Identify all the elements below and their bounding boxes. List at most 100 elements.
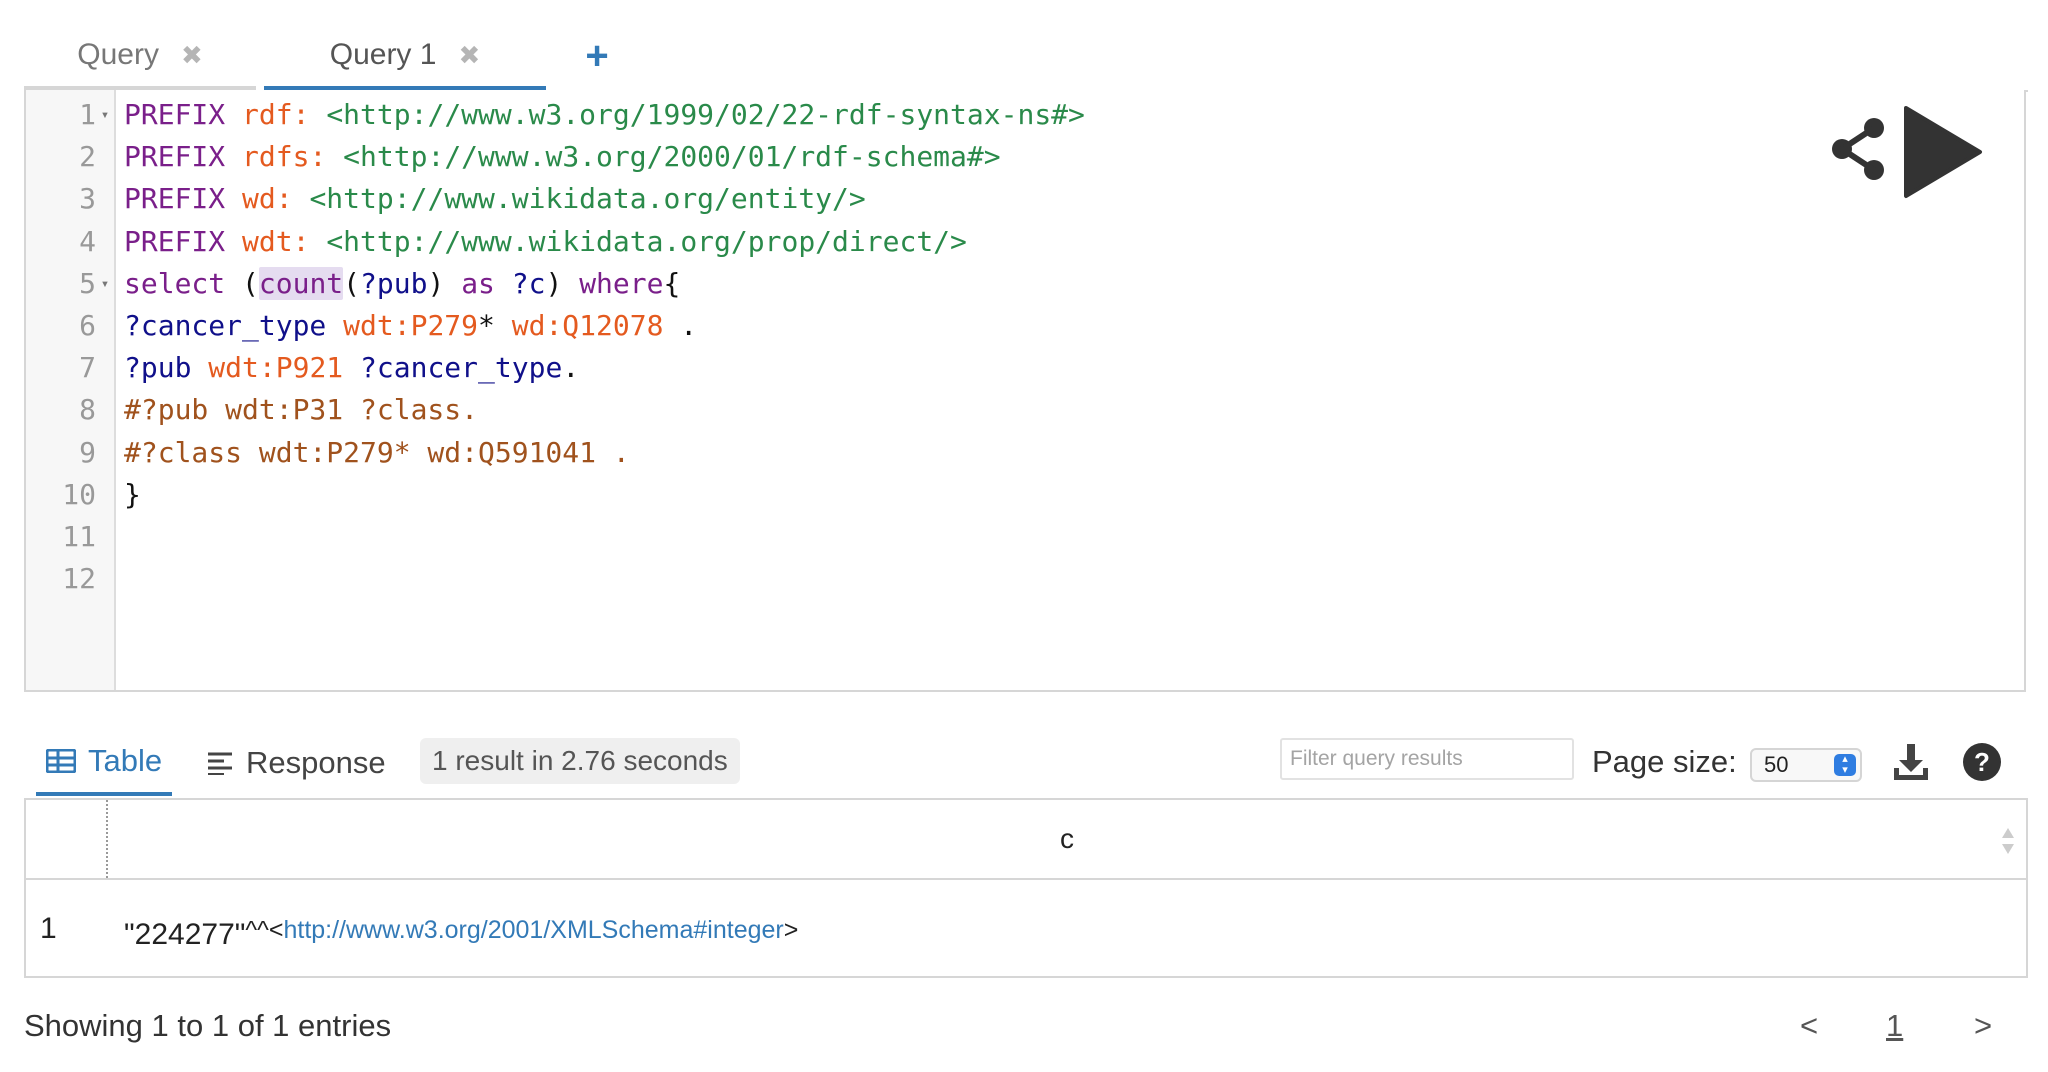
tab-table-label: Table	[88, 743, 163, 778]
line-number: 7	[79, 351, 96, 385]
code-line: 10}	[26, 474, 1926, 516]
line-number: 2	[79, 140, 96, 174]
table-header: c	[26, 800, 2026, 880]
tab-response[interactable]: Response	[206, 730, 386, 796]
fold-arrow-icon[interactable]: ▾	[96, 94, 114, 136]
code-token: <http://www.wikidata.org/prop/direct/>	[326, 224, 967, 258]
line-number: 3	[79, 182, 96, 216]
play-icon[interactable]	[1900, 104, 1984, 200]
line-number: 11	[62, 520, 96, 553]
result-cell: "224277"^^<http://www.w3.org/2001/XMLSch…	[124, 880, 798, 979]
filter-input[interactable]	[1280, 738, 1574, 780]
tab-response-label: Response	[246, 745, 386, 780]
code-token: *	[478, 309, 512, 342]
code-token: rdfs:	[242, 140, 344, 174]
code-line: 11	[26, 516, 1926, 558]
code-token: <http://www.wikidata.org/entity/>	[309, 182, 866, 216]
code-line: 2 PREFIX rdfs: <http://www.w3.org/2000/01…	[26, 136, 1926, 178]
table-row: 1 "224277"^^<http://www.w3.org/2001/XMLS…	[26, 880, 2026, 978]
tab-table[interactable]: Table	[36, 730, 172, 796]
line-number: 8	[79, 393, 96, 427]
share-icon[interactable]	[1828, 114, 1888, 184]
code-token: wd:Q12078	[511, 309, 664, 342]
sort-icon[interactable]	[2000, 826, 2016, 856]
code-token: ?cancer_type	[124, 309, 344, 342]
code-text: #?pub wdt:P31 ?class.	[124, 389, 1824, 431]
query-tab-bar: Query ✖ Query 1 ✖ +	[24, 24, 2028, 92]
code-text: #?class wdt:P279* wd:Q591041 .	[124, 432, 1824, 474]
close-icon[interactable]: ✖	[458, 40, 480, 71]
line-number: 10	[62, 477, 96, 511]
pager-page-1[interactable]: 1	[1886, 1004, 1903, 1048]
code-text: ?pub wdt:P921 ?cancer_type.	[124, 347, 1824, 389]
datatype-link[interactable]: http://www.w3.org/2001/XMLSchema#integer	[283, 916, 783, 944]
query-editor[interactable]: 1 ▾ PREFIX rdf: <http://www.w3.org/1999/02…	[24, 90, 2026, 692]
add-tab-button[interactable]: +	[552, 24, 642, 88]
page-size-value: 50	[1764, 752, 1789, 777]
line-number: 4	[79, 224, 96, 258]
fold-arrow-icon[interactable]: ▾	[96, 263, 114, 305]
svg-text:?: ?	[1974, 747, 1990, 777]
code-line: 4 PREFIX wdt: <http://www.wikidata.org/pr…	[26, 221, 1926, 263]
pager-next-button[interactable]: >	[1974, 1004, 1992, 1048]
code-line: 9 #?class wdt:P279* wd:Q591041 .	[26, 432, 1926, 474]
table-icon	[46, 749, 76, 773]
code-token: where	[579, 266, 664, 300]
code-line: 12	[26, 558, 1926, 600]
code-token: )	[545, 266, 580, 300]
code-token: .	[663, 309, 698, 342]
code-text: PREFIX rdf: <http://www.w3.org/1999/02/2…	[124, 94, 1824, 136]
code-token: PREFIX	[124, 140, 243, 174]
code-line: 1 ▾ PREFIX rdf: <http://www.w3.org/1999/02…	[26, 94, 1926, 136]
literal-value: "224277"	[124, 918, 246, 951]
code-token: }	[124, 477, 141, 511]
code-token: PREFIX	[124, 98, 243, 131]
code-token: wd:	[242, 182, 310, 216]
code-line: 3 PREFIX wd: <http://www.wikidata.org/ent…	[26, 178, 1926, 220]
code-token: {	[663, 266, 681, 300]
code-token: )	[427, 266, 462, 300]
code-token: (	[343, 266, 361, 300]
line-number: 9	[79, 435, 96, 469]
code-token: select	[124, 266, 243, 300]
line-number: 12	[62, 562, 96, 596]
page-size-select[interactable]: 50 ▴ ▾	[1750, 748, 1862, 782]
code-line: 5 ▾ select (count(?pub) as ?c) where{	[26, 263, 1926, 305]
code-token: PREFIX	[124, 182, 243, 216]
code-token: ?c	[511, 266, 546, 300]
code-token: (	[242, 266, 259, 300]
datatype-closing: >	[783, 916, 799, 944]
column-header-c[interactable]: c	[108, 800, 2026, 878]
showing-entries: Showing 1 to 1 of 1 entries	[24, 1008, 392, 1043]
pager-prev-button[interactable]: <	[1800, 1004, 1818, 1048]
code-token: <http://www.w3.org/2000/01/rdf-schema#>	[343, 140, 1001, 174]
download-icon[interactable]	[1892, 742, 1930, 782]
code-token: #?pub wdt:P31 ?class.	[124, 393, 479, 427]
code-line: 7 ?pub wdt:P921 ?cancer_type.	[26, 347, 1926, 389]
result-status: 1 result in 2.76 seconds	[420, 738, 740, 784]
code-text: ?cancer_type wdt:P279* wd:Q12078 .	[124, 305, 1824, 347]
lines-icon	[208, 752, 232, 775]
code-token: <http://www.w3.org/1999/02/22-rdf-syntax…	[326, 98, 1085, 131]
code-token: wdt:P279	[343, 309, 479, 342]
tab-query[interactable]: Query ✖	[24, 24, 256, 90]
results-table: c 1 "224277"^^<http://www.w3.org/2001/XM…	[24, 798, 2028, 978]
code-token: rdf:	[242, 98, 327, 131]
code-token: .	[562, 351, 580, 385]
code-text: }	[124, 474, 1824, 516]
code-text: select (count(?pub) as ?c) where{	[124, 263, 1824, 305]
chevron-updown-icon: ▴ ▾	[1834, 754, 1856, 776]
code-token: count	[258, 266, 344, 300]
help-icon[interactable]: ?	[1962, 742, 2002, 782]
code-text: PREFIX wd: <http://www.wikidata.org/enti…	[124, 178, 1824, 220]
code-token: wdt:	[242, 224, 327, 258]
code-token: #?class wdt:P279* wd:Q591041 .	[124, 435, 630, 469]
column-header-label: c	[1060, 823, 1074, 854]
code-token: as	[461, 266, 512, 300]
code-text: PREFIX wdt: <http://www.wikidata.org/pro…	[124, 221, 1824, 263]
code-token: ?pub	[360, 266, 428, 300]
close-icon[interactable]: ✖	[181, 40, 203, 71]
tab-query-1[interactable]: Query 1 ✖	[264, 24, 546, 90]
page-size-label: Page size:	[1592, 744, 1737, 779]
line-number: 6	[79, 309, 96, 342]
